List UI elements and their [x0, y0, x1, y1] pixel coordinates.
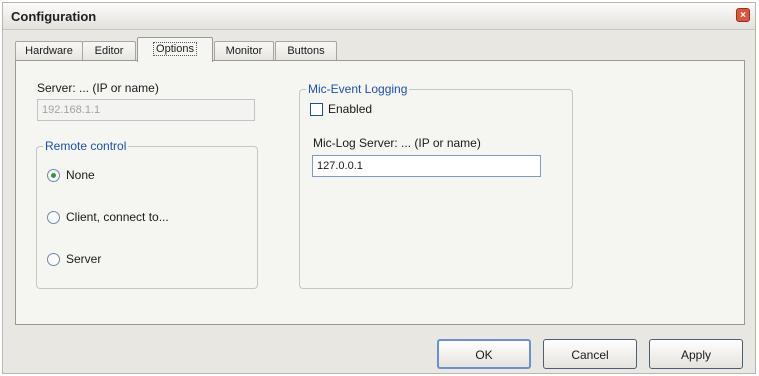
ok-button[interactable]: OK: [437, 339, 531, 369]
tab-monitor[interactable]: Monitor: [214, 41, 274, 61]
radio-server-label: Server: [66, 252, 102, 266]
window-title: Configuration: [11, 9, 97, 24]
radio-none[interactable]: None: [47, 168, 95, 182]
radio-none-label: None: [66, 168, 95, 182]
configuration-dialog: Configuration × Hardware Editor Options …: [2, 2, 756, 374]
tab-editor[interactable]: Editor: [82, 41, 136, 61]
enabled-checkbox[interactable]: [310, 102, 323, 116]
mic-event-logging-title: Mic-Event Logging: [306, 82, 410, 96]
enabled-checkbox-row[interactable]: Enabled: [310, 102, 372, 116]
radio-client[interactable]: Client, connect to...: [47, 210, 169, 224]
tab-hardware[interactable]: Hardware: [15, 41, 83, 61]
remote-control-title: Remote control: [43, 139, 129, 153]
mic-event-logging-group: Mic-Event Logging Enabled Mic-Log Server…: [299, 82, 573, 289]
tab-options[interactable]: Options: [137, 37, 213, 62]
title-bar[interactable]: Configuration ×: [3, 3, 755, 30]
tab-options-label: Options: [153, 42, 197, 56]
apply-button[interactable]: Apply: [649, 339, 743, 369]
tab-buttons[interactable]: Buttons: [275, 41, 337, 61]
cancel-button[interactable]: Cancel: [543, 339, 637, 369]
enabled-label: Enabled: [328, 102, 373, 116]
server-input[interactable]: 192.168.1.1: [37, 99, 255, 121]
radio-client-label: Client, connect to...: [66, 210, 169, 224]
radio-server[interactable]: Server: [47, 252, 101, 266]
server-label: Server: ... (IP or name): [37, 81, 159, 95]
options-panel: Server: ... (IP or name) 192.168.1.1 Rem…: [15, 60, 745, 325]
mic-log-server-input[interactable]: 127.0.0.1: [312, 155, 541, 177]
radio-none-button[interactable]: [47, 168, 60, 182]
remote-control-group: Remote control None Client, connect to..…: [36, 139, 258, 289]
radio-client-button[interactable]: [47, 210, 60, 224]
radio-server-button[interactable]: [47, 252, 60, 266]
mic-log-server-label: Mic-Log Server: ... (IP or name): [313, 136, 481, 150]
close-button[interactable]: ×: [736, 8, 750, 22]
